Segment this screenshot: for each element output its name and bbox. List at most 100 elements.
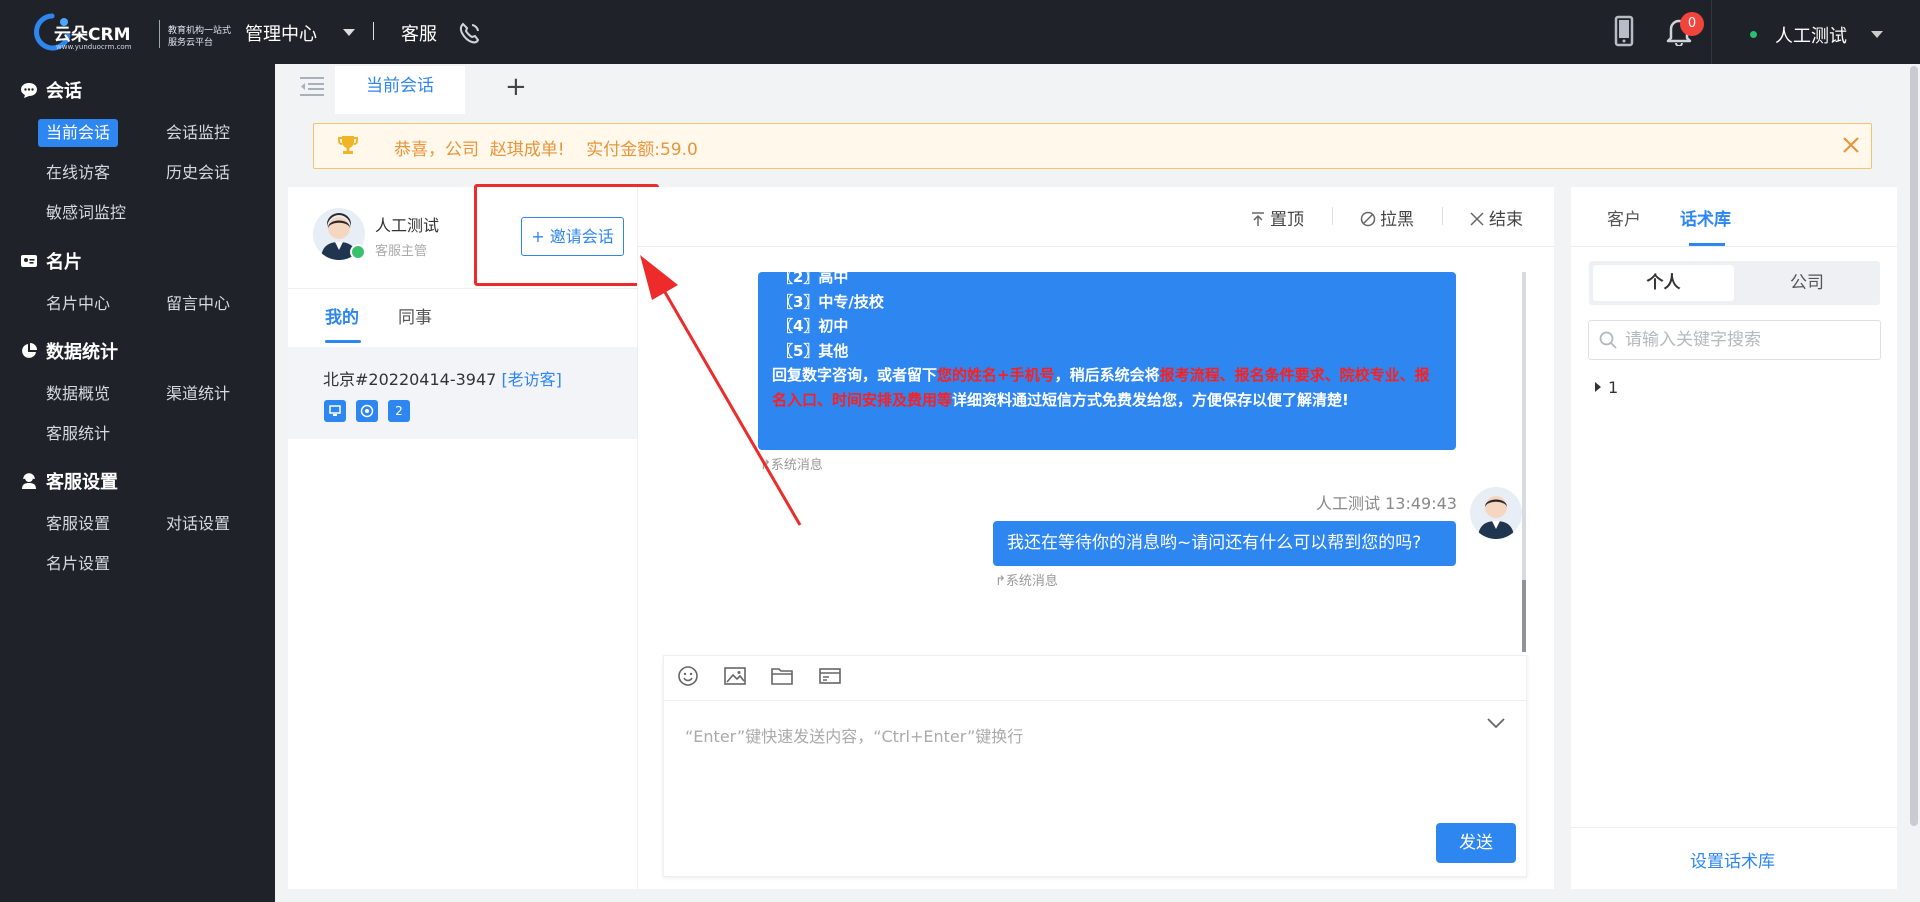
session-visitor-id: 北京#20220414-3947	[323, 370, 502, 389]
message-input[interactable]: “Enter”键快速发送内容，“Ctrl+Enter”键换行	[685, 723, 1023, 747]
block-label: 拉黑	[1380, 210, 1414, 230]
ban-icon	[1360, 211, 1376, 227]
nav-divider	[373, 22, 374, 40]
page-scrollbar-thumb[interactable]	[1910, 66, 1918, 826]
sidebar-item-current-session[interactable]: 当前会话	[38, 119, 119, 147]
search-icon	[1599, 331, 1617, 349]
sidebar-item-sensitive-monitor[interactable]: 敏感词监控	[38, 199, 134, 227]
sidebar-item-channel-stats[interactable]: 渠道统计	[158, 380, 238, 408]
tab-current-session[interactable]: 当前会话	[335, 66, 465, 114]
segment-company[interactable]: 公司	[1738, 265, 1876, 301]
search-input[interactable]	[1625, 327, 1875, 353]
divider	[663, 700, 1527, 701]
agent-message-bubble: 我还在等待你的消息哟~请问还有什么可以帮到您的吗?	[993, 521, 1456, 566]
brand-name: 云朵CRM	[54, 25, 131, 45]
divider	[638, 246, 1554, 247]
option-line: 〖5〗其他	[778, 341, 849, 360]
user-menu-caret-icon[interactable]	[1871, 31, 1883, 38]
close-icon	[1470, 212, 1484, 226]
message-composer	[663, 655, 1527, 877]
sidebar-item-online-visitors[interactable]: 在线访客	[38, 159, 118, 187]
brand-logo[interactable]: 云朵CRM www.yunduocrm.com 教育机构一站式服务云平台	[30, 10, 231, 56]
logo-divider	[159, 20, 160, 48]
session-list-panel	[288, 187, 638, 889]
block-button[interactable]: 拉黑	[1360, 205, 1414, 230]
sidebar-group-label: 会话	[46, 81, 82, 102]
bubble-text: ，稍后系统会将	[1054, 366, 1160, 384]
option-line: 〖2〗高中	[778, 272, 849, 286]
session-list-item[interactable]	[288, 347, 638, 439]
action-divider	[1332, 207, 1333, 225]
session-visitor-name[interactable]: 北京#20220414-3947 [老访客]	[323, 366, 562, 390]
sidebar-item-card-center[interactable]: 名片中心	[38, 290, 118, 318]
agent-role: 客服主管	[375, 244, 428, 259]
sidebar-group-stats: 数据统计	[20, 338, 118, 364]
tree-item[interactable]: 1	[1608, 378, 1618, 397]
sidebar-group-label: 名片	[46, 252, 82, 273]
add-tab-button[interactable]: +	[505, 74, 527, 100]
setup-script-library-link[interactable]: 设置话术库	[1690, 847, 1775, 872]
annotation-arrow	[640, 255, 802, 526]
emoji-icon[interactable]	[676, 665, 700, 687]
chat-bubble-icon	[21, 83, 37, 98]
caret-down-icon[interactable]	[343, 29, 355, 36]
sidebar-group-label: 数据统计	[46, 342, 118, 363]
tab-mine[interactable]: 我的	[325, 303, 359, 328]
divider	[288, 288, 638, 289]
bubble-highlight: 您的姓名+手机号	[937, 366, 1055, 384]
send-button[interactable]: 发送	[1436, 823, 1516, 863]
nav-admin-center[interactable]: 管理中心	[245, 20, 317, 46]
folder-icon[interactable]	[770, 665, 794, 687]
sidebar-group-cards: 名片	[20, 248, 82, 274]
chat-scrollbar-thumb[interactable]	[1522, 580, 1526, 652]
agent-avatar	[1470, 487, 1522, 539]
tree-expand-caret-icon[interactable]	[1595, 382, 1601, 392]
end-session-button[interactable]: 结束	[1469, 205, 1523, 230]
current-user-name[interactable]: 人工测试	[1775, 22, 1847, 48]
system-message-label: ↱系统消息	[995, 574, 1058, 589]
pin-button[interactable]: 置顶	[1250, 205, 1304, 230]
option-line: 〖3〗中专/技校	[778, 292, 884, 311]
sidebar-item-dialog-settings[interactable]: 对话设置	[158, 510, 238, 538]
sidebar-item-data-overview[interactable]: 数据概览	[38, 380, 118, 408]
header-divider	[1711, 0, 1712, 64]
image-icon[interactable]	[723, 665, 747, 687]
menu-collapse-icon[interactable]	[298, 74, 326, 98]
desktop-source-icon	[324, 400, 346, 422]
sidebar-group-label: 客服设置	[46, 472, 118, 493]
end-label: 结束	[1489, 210, 1523, 230]
mobile-phone-icon[interactable]	[1613, 15, 1635, 47]
notification-badge[interactable]: 0	[1680, 12, 1704, 36]
tab-colleague[interactable]: 同事	[398, 303, 432, 328]
close-icon[interactable]	[1840, 134, 1862, 156]
id-card-icon	[21, 255, 37, 267]
agent-online-check-icon	[350, 244, 366, 260]
system-message-bubble: 〖2〗高中 〖3〗中专/技校 〖4〗初中 〖5〗其他 回复数字咨询，或者留下您的…	[758, 272, 1456, 450]
top-navbar: 云朵CRM www.yunduocrm.com 教育机构一站式服务云平台 管理中…	[0, 0, 1920, 64]
card-icon[interactable]	[818, 665, 842, 687]
agent-icon	[22, 473, 36, 489]
pie-chart-icon	[22, 343, 37, 358]
returning-visitor-tag: [老访客]	[501, 370, 562, 389]
brand-url: www.yunduocrm.com	[56, 43, 132, 51]
sidebar-item-message-center[interactable]: 留言中心	[158, 290, 238, 318]
action-divider	[1442, 207, 1443, 225]
message-meta: 人工测试 13:49:43	[1316, 494, 1457, 513]
sidebar-group-sessions: 会话	[20, 77, 82, 103]
sidebar-item-agent-stats[interactable]: 客服统计	[38, 420, 118, 448]
segment-personal[interactable]: 个人	[1593, 265, 1734, 301]
online-status-dot	[1750, 31, 1757, 38]
tab-customer[interactable]: 客户	[1607, 205, 1641, 230]
sidebar-item-history-sessions[interactable]: 历史会话	[158, 159, 238, 187]
divider	[1571, 246, 1897, 247]
sidebar-item-agent-settings[interactable]: 客服设置	[38, 510, 118, 538]
nav-customer-service[interactable]: 客服	[401, 20, 437, 46]
bubble-text: 详细资料通过短信方式免费发给您，方便保存以便了解清楚!	[952, 390, 1349, 409]
sidebar-item-session-monitor[interactable]: 会话监控	[158, 119, 238, 147]
sidebar: 会话 当前会话 会话监控 在线访客 历史会话 敏感词监控 名片 名片中心 留言中…	[0, 64, 275, 902]
active-tab-underline	[325, 340, 361, 343]
sidebar-item-card-settings[interactable]: 名片设置	[38, 550, 118, 578]
phone-call-icon[interactable]	[457, 20, 483, 46]
chevron-down-icon[interactable]	[1486, 716, 1506, 730]
tab-script-library[interactable]: 话术库	[1680, 205, 1731, 230]
